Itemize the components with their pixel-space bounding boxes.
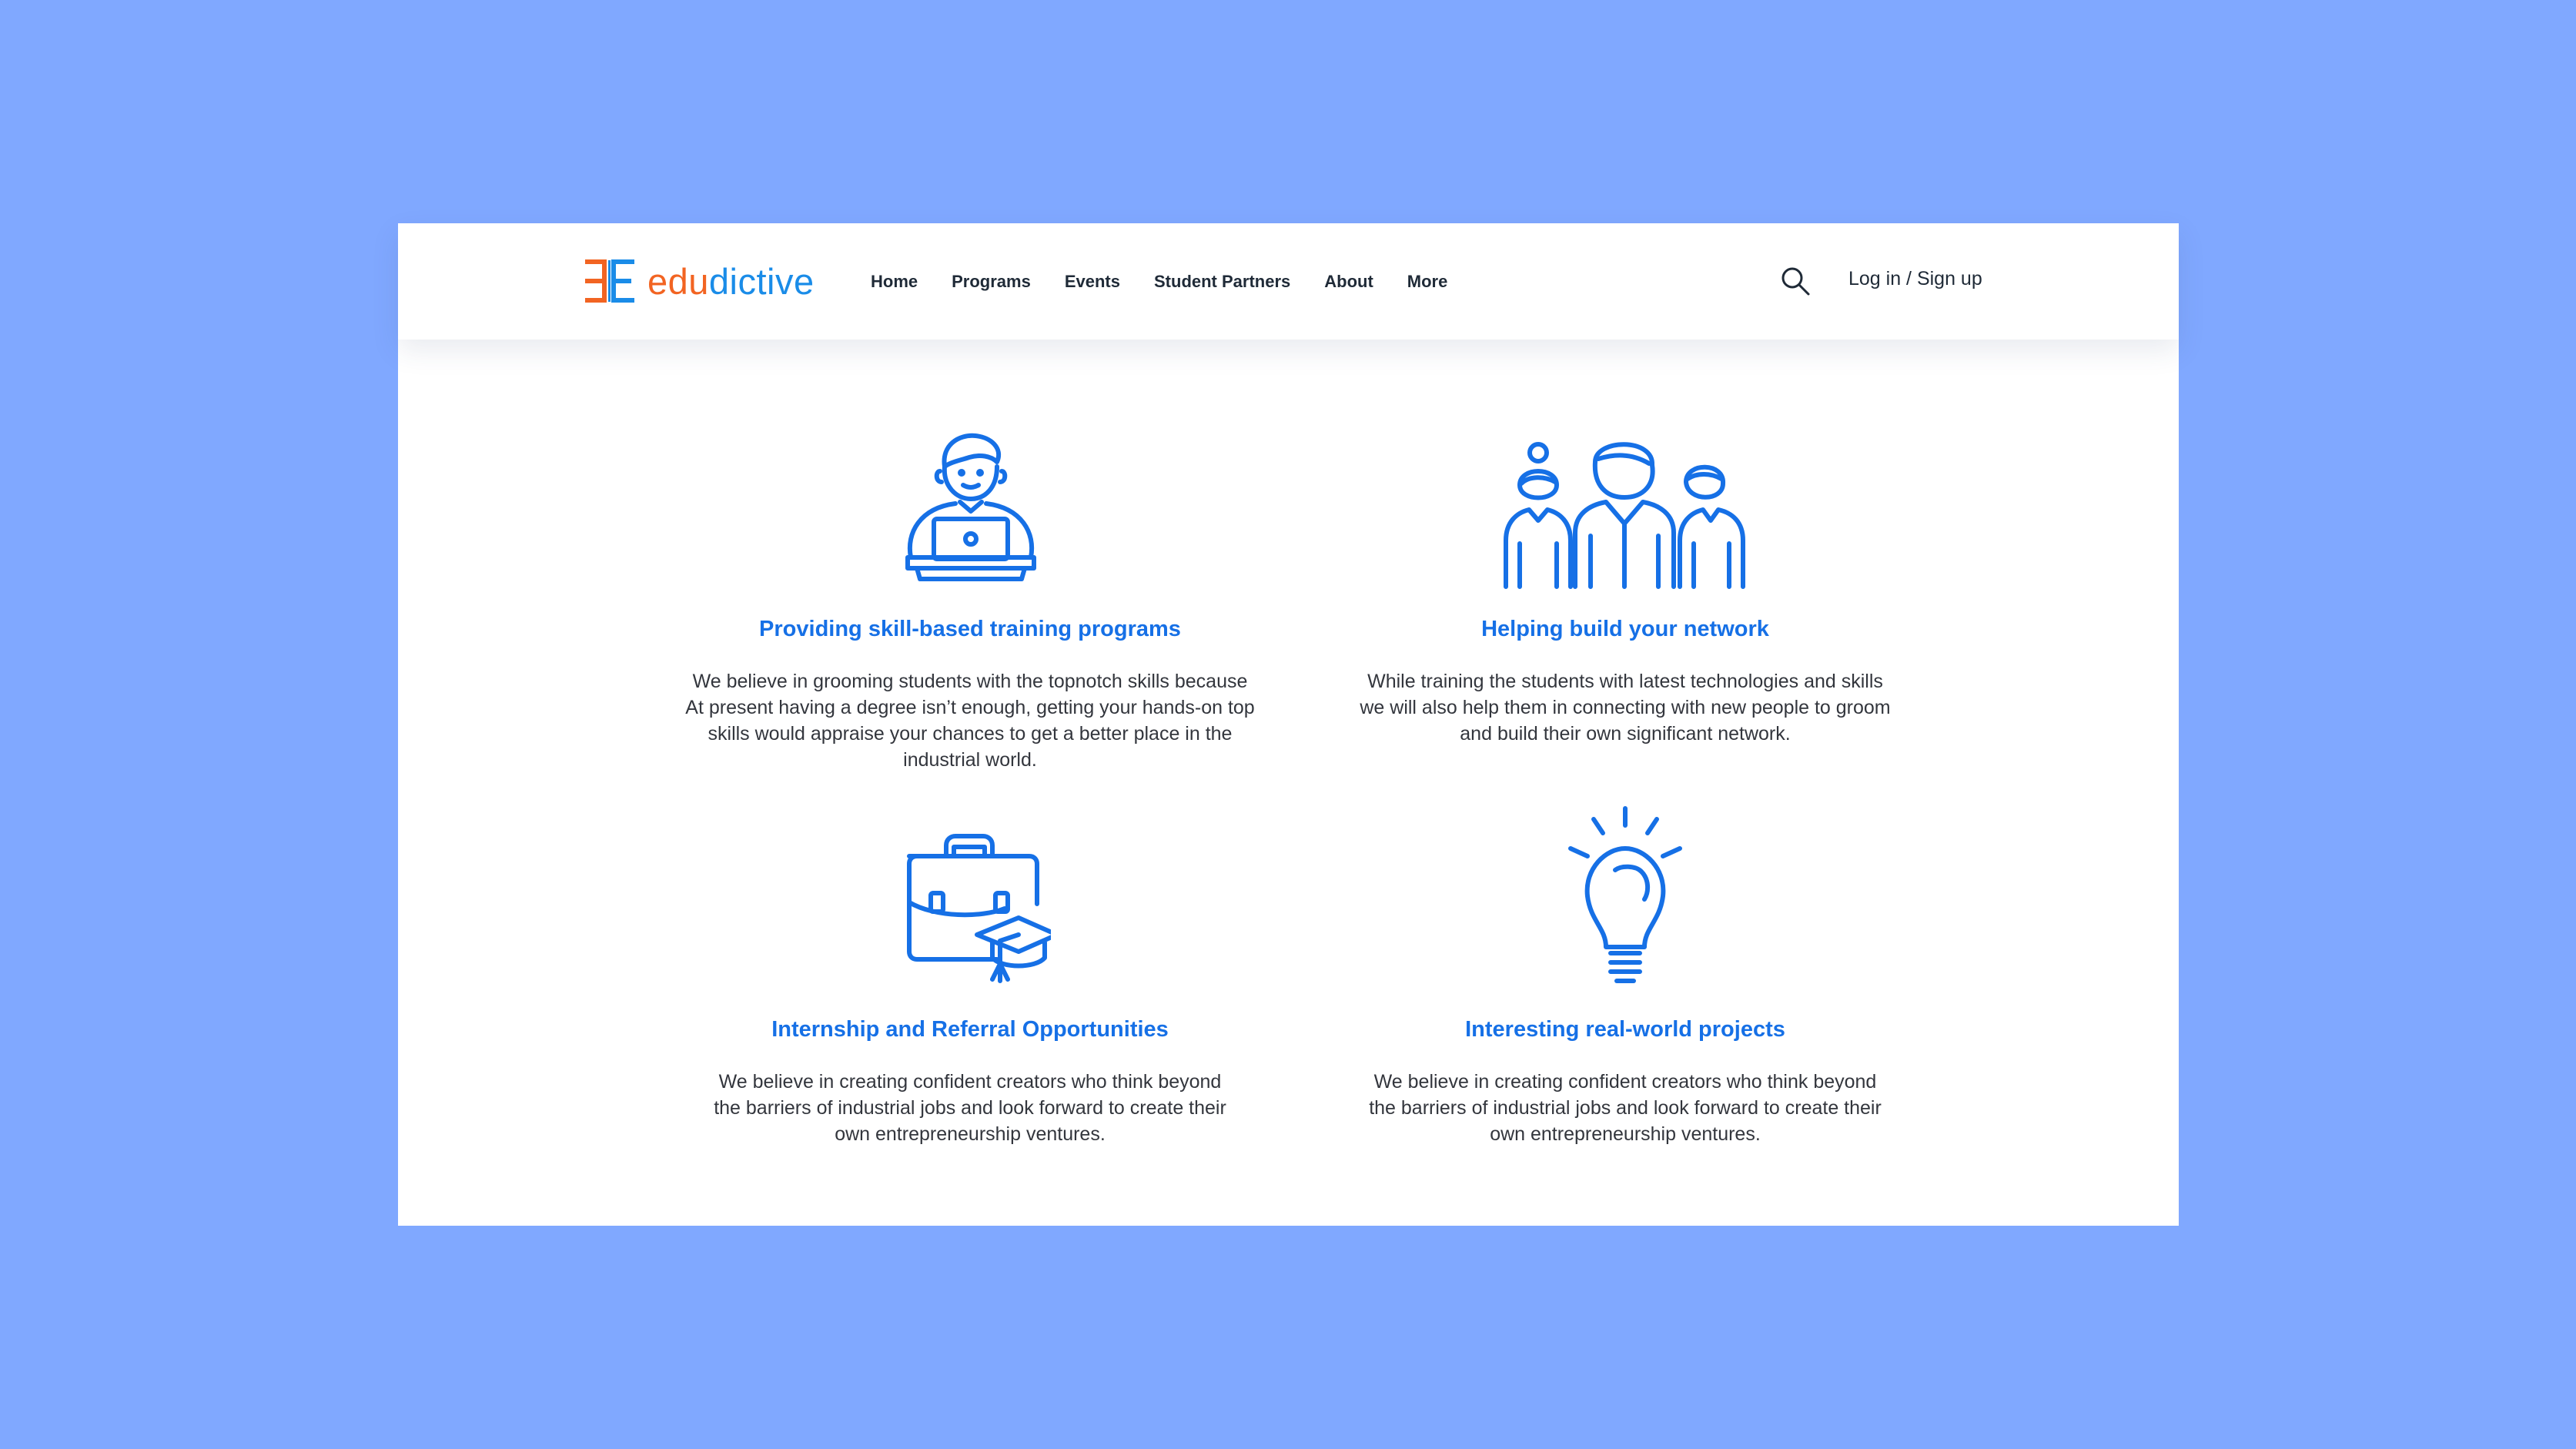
nav-link-about[interactable]: About xyxy=(1324,272,1373,292)
feature-description: While training the students with latest … xyxy=(1360,670,1891,745)
nav-link-programs[interactable]: Programs xyxy=(952,272,1031,292)
feature-title: Interesting real-world projects xyxy=(1465,1017,1785,1042)
feature-skill-training: Providing skill-based training programs … xyxy=(677,428,1263,773)
briefcase-graduation-icon xyxy=(907,834,1051,983)
feature-title: Internship and Referral Opportunities xyxy=(771,1017,1169,1042)
feature-internship-referral: Internship and Referral Opportunities We… xyxy=(677,828,1263,1147)
feature-description: We believe in grooming students with the… xyxy=(685,670,1255,771)
lightbulb-icon xyxy=(1568,806,1682,983)
nav-link-events[interactable]: Events xyxy=(1065,272,1120,292)
search-button[interactable] xyxy=(1779,265,1812,297)
main-nav: Home Programs Events Student Partners Ab… xyxy=(871,260,1481,303)
feature-title: Helping build your network xyxy=(1481,617,1769,641)
login-signup-link[interactable]: Log in / Sign up xyxy=(1848,268,1982,290)
nav-link-student-partners[interactable]: Student Partners xyxy=(1154,272,1290,292)
nav-link-more[interactable]: More xyxy=(1407,272,1448,292)
feature-real-world-projects: Interesting real-world projects We belie… xyxy=(1333,806,1918,1147)
student-laptop-icon xyxy=(905,433,1036,581)
feature-title: Providing skill-based training programs xyxy=(759,617,1181,641)
feature-description: We believe in creating confident creator… xyxy=(714,1070,1226,1145)
nav-link-home[interactable]: Home xyxy=(871,272,918,292)
logo[interactable]: edudictive xyxy=(583,254,815,308)
people-network-icon xyxy=(1504,442,1745,589)
logo-wordmark: edudictive xyxy=(647,263,815,300)
feature-build-network: Helping build your network While trainin… xyxy=(1333,428,1918,747)
navbar: edudictive Home Programs Events Student … xyxy=(398,223,2179,340)
edudictive-logo-icon xyxy=(585,259,634,303)
logo-text-edu: edu xyxy=(647,260,709,302)
search-icon xyxy=(1781,267,1810,296)
logo-text-dictive: dictive xyxy=(708,260,815,302)
feature-description: We believe in creating confident creator… xyxy=(1369,1070,1882,1145)
content-card: edudictive Home Programs Events Student … xyxy=(398,223,2179,1226)
